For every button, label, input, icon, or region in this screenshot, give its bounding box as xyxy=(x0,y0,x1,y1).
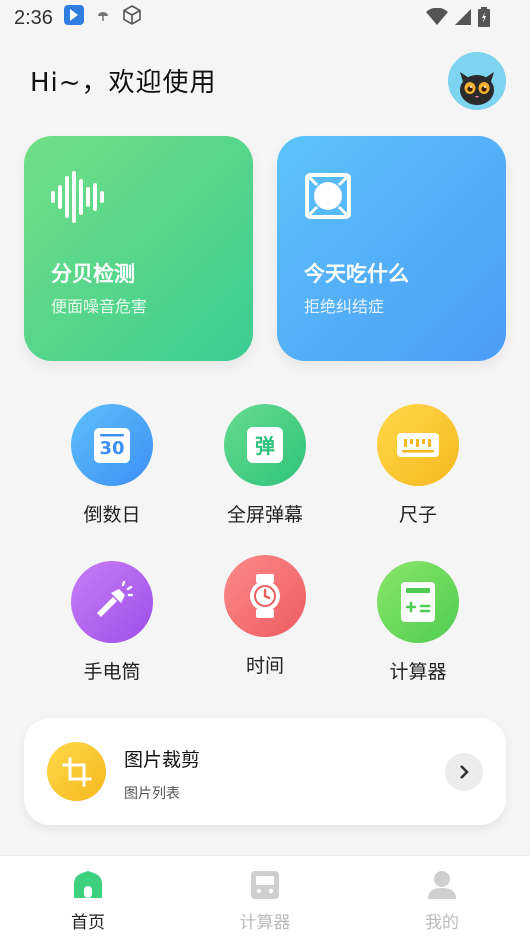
svg-text:30: 30 xyxy=(99,438,124,459)
svg-text:弹: 弹 xyxy=(255,434,275,458)
battery-icon xyxy=(478,7,490,33)
status-bar: 2:36 xyxy=(0,0,530,36)
nav-item-profile[interactable]: 我的 xyxy=(382,870,502,933)
ruler-icon xyxy=(397,433,439,457)
app-notification-icon xyxy=(63,4,85,32)
nav-label: 首页 xyxy=(71,913,105,933)
watch-icon xyxy=(250,574,280,618)
sound-wave-icon xyxy=(51,171,105,227)
avatar[interactable] xyxy=(448,52,506,110)
crop-icon xyxy=(47,742,106,801)
card-title: 分贝检测 xyxy=(51,262,135,286)
tool-label: 手电筒 xyxy=(83,661,141,683)
list-item-subtitle: 图片列表 xyxy=(124,786,180,802)
chevron-right-icon[interactable] xyxy=(445,753,483,791)
tool-label: 全屏弹幕 xyxy=(226,504,303,526)
tool-calculator[interactable]: 计算器 xyxy=(348,561,488,684)
calendar-30-icon: 30 xyxy=(94,428,130,463)
weather-icon xyxy=(95,7,111,30)
tool-countdown[interactable]: 30 倒数日 xyxy=(42,404,182,527)
tool-icon-circle xyxy=(224,555,306,637)
bottom-navigation: 首页 计算器 我的 xyxy=(0,855,530,942)
card-title: 今天吃什么 xyxy=(304,262,409,286)
tool-icon-circle xyxy=(377,404,459,486)
danmaku-icon: 弹 xyxy=(247,427,283,463)
cat-avatar-icon xyxy=(448,52,506,110)
image-crop-card[interactable]: 图片裁剪 图片列表 xyxy=(24,718,506,825)
tool-label: 倒数日 xyxy=(83,504,141,526)
list-item-title: 图片裁剪 xyxy=(124,749,201,771)
food-frame-icon xyxy=(304,171,352,225)
feature-card-what-to-eat[interactable]: 今天吃什么 拒绝纠结症 xyxy=(277,136,506,361)
tool-time[interactable]: 时间 xyxy=(195,555,335,678)
tool-label: 时间 xyxy=(245,655,284,677)
card-subtitle: 拒绝纠结症 xyxy=(304,297,385,316)
nav-item-calculator[interactable]: 计算器 xyxy=(205,870,325,933)
tool-icon-circle xyxy=(71,561,153,643)
card-subtitle: 便面噪音危害 xyxy=(51,297,148,316)
signal-icon xyxy=(454,8,472,32)
bus-icon xyxy=(251,871,279,899)
tool-flashlight[interactable]: 手电筒 xyxy=(42,561,182,684)
tool-label: 尺子 xyxy=(398,504,437,526)
flashlight-icon xyxy=(97,581,133,617)
tool-ruler[interactable]: 尺子 xyxy=(348,404,488,527)
tool-icon-circle: 弹 xyxy=(224,404,306,486)
cube-icon xyxy=(121,4,143,32)
nav-item-home[interactable]: 首页 xyxy=(28,870,148,933)
tool-icon-circle: 30 xyxy=(71,404,153,486)
home-icon xyxy=(74,871,102,898)
status-time: 2:36 xyxy=(14,6,53,29)
wifi-icon xyxy=(426,7,448,32)
nav-label: 计算器 xyxy=(239,913,291,933)
tool-label: 计算器 xyxy=(389,661,447,683)
tool-fullscreen-danmaku[interactable]: 弹 全屏弹幕 xyxy=(195,404,335,527)
calculator-icon xyxy=(401,582,435,622)
feature-card-decibel[interactable]: 分贝检测 便面噪音危害 xyxy=(24,136,253,361)
greeting-title: Hi~，欢迎使用 xyxy=(30,68,217,98)
user-icon xyxy=(428,871,456,899)
nav-label: 我的 xyxy=(425,913,459,933)
tool-icon-circle xyxy=(377,561,459,643)
